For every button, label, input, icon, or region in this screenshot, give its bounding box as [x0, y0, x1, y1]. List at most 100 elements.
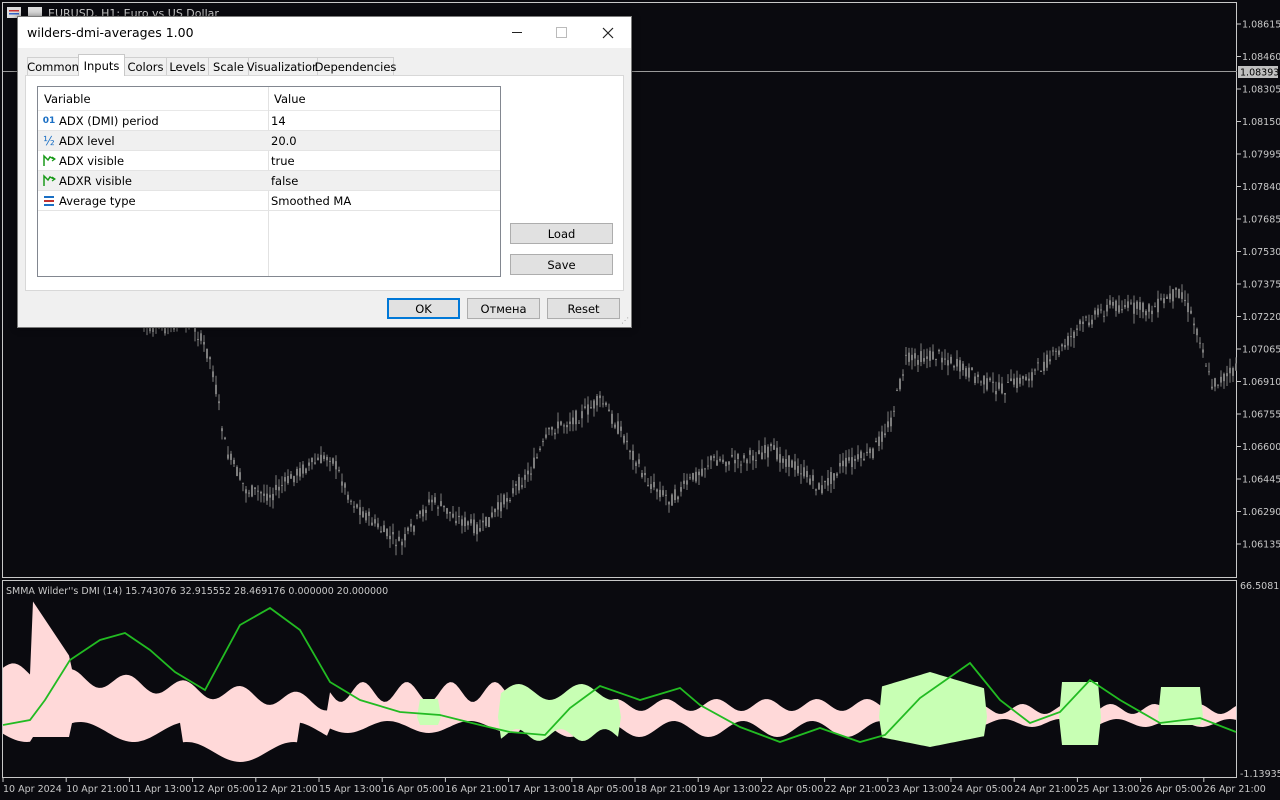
input-value[interactable]: 20.0 [271, 134, 297, 148]
candle-body [311, 457, 313, 463]
input-value[interactable]: false [271, 174, 298, 188]
candle-body [983, 375, 985, 385]
candle-body [476, 524, 478, 535]
input-value[interactable]: Smoothed MA [271, 194, 351, 208]
price-label: 1.06135 [1242, 540, 1280, 551]
time-label: 16 Apr 05:00 [382, 784, 444, 795]
candle-body [602, 403, 604, 405]
time-label: 22 Apr 05:00 [761, 784, 823, 795]
candle-body [521, 485, 523, 488]
candle-body [215, 384, 217, 395]
candle-body [668, 501, 670, 505]
save-button[interactable]: Save [510, 254, 613, 275]
ok-button[interactable]: OK [387, 298, 460, 319]
candle-body [1139, 302, 1141, 310]
input-row-average-type[interactable]: Average type Smoothed MA [38, 191, 500, 211]
price-label: 1.08460 [1242, 52, 1280, 63]
enum-icon [42, 194, 56, 207]
candle-body [1049, 359, 1051, 362]
tab-common[interactable]: Common [27, 57, 79, 76]
input-value[interactable]: 14 [271, 114, 286, 128]
candle-body [245, 489, 247, 494]
input-row-adxr-visible[interactable]: ADXR visible false [38, 171, 500, 191]
candle-body [782, 458, 784, 463]
cancel-button[interactable]: Отмена [467, 298, 540, 319]
candle-body [1130, 302, 1132, 304]
dialog-titlebar: wilders-dmi-averages 1.00 [18, 17, 631, 48]
tab-colors[interactable]: Colors [124, 57, 167, 76]
candle-body [815, 489, 817, 491]
candle-body [680, 487, 682, 492]
time-label: 26 Apr 21:00 [1204, 784, 1266, 795]
price-label: 1.07840 [1242, 182, 1280, 193]
candle-body [1214, 378, 1216, 387]
candle-body [1079, 320, 1081, 325]
candle-body [1211, 386, 1213, 389]
value-column-header[interactable]: Value [274, 92, 306, 106]
candle-body [1166, 296, 1168, 299]
candle-body [1205, 365, 1207, 367]
candle-body [716, 460, 718, 466]
candle-body [404, 534, 406, 541]
candle-body [452, 513, 454, 518]
candle-body [449, 511, 451, 514]
candle-body [908, 352, 910, 362]
candle-body [866, 451, 868, 454]
candle-body [563, 425, 565, 427]
input-row-adx-visible[interactable]: ADX visible true [38, 151, 500, 171]
candle-body [749, 450, 751, 455]
candle-body [674, 489, 676, 501]
candle-body [1076, 328, 1078, 330]
load-button[interactable]: Load [510, 223, 613, 244]
minimize-button[interactable] [494, 17, 539, 48]
variable-column-header[interactable]: Variable [44, 92, 91, 106]
time-label: 12 Apr 21:00 [256, 784, 318, 795]
candle-body [956, 358, 958, 367]
candle-body [1046, 354, 1048, 368]
input-row-adx-level[interactable]: ½ ADX level 20.0 [38, 131, 500, 151]
bool-icon [42, 154, 56, 167]
candle-body [359, 507, 361, 515]
reset-button[interactable]: Reset [547, 298, 620, 319]
candle-body [1163, 298, 1165, 304]
candle-body [515, 483, 517, 486]
candle-body [386, 528, 388, 537]
candle-body [554, 432, 556, 435]
indicator-properties-dialog: wilders-dmi-averages 1.00 Common Inputs … [17, 16, 632, 328]
indicator-title: SMMA Wilder''s DMI (14) 15.743076 32.915… [6, 586, 388, 597]
candle-body [881, 431, 883, 442]
candle-body [431, 499, 433, 503]
tab-visualization[interactable]: Visualization [247, 57, 319, 76]
candle-body [434, 497, 436, 503]
resize-grip-icon[interactable]: ⋰ [621, 317, 629, 325]
candle-body [581, 411, 583, 419]
candle-body [317, 457, 319, 461]
candle-body [623, 435, 625, 443]
candle-body [380, 531, 382, 533]
candle-body [1175, 287, 1177, 290]
tab-dependencies[interactable]: Dependencies [315, 57, 396, 76]
candle-body [1187, 302, 1189, 313]
input-value[interactable]: true [271, 154, 295, 168]
price-label: 1.07995 [1242, 150, 1280, 161]
candle-body [440, 501, 442, 507]
candle-body [944, 358, 946, 360]
candle-body [512, 488, 514, 494]
candle-body [425, 509, 427, 513]
candle-body [1088, 322, 1090, 326]
close-button[interactable] [585, 17, 630, 48]
time-label: 18 Apr 05:00 [572, 784, 634, 795]
candle-body [971, 367, 973, 371]
candle-body [953, 365, 955, 368]
candle-body [1148, 304, 1150, 312]
candle-body [218, 401, 220, 404]
tab-inputs[interactable]: Inputs [78, 54, 125, 76]
candle-body [809, 478, 811, 485]
input-row-adx-period[interactable]: 01 ADX (DMI) period 14 [38, 111, 500, 131]
tab-levels[interactable]: Levels [166, 57, 209, 76]
svg-text:1.08393: 1.08393 [1240, 68, 1279, 79]
candle-body [455, 520, 457, 524]
candle-body [221, 428, 223, 432]
maximize-button [539, 17, 584, 48]
tab-scale[interactable]: Scale [208, 57, 249, 76]
